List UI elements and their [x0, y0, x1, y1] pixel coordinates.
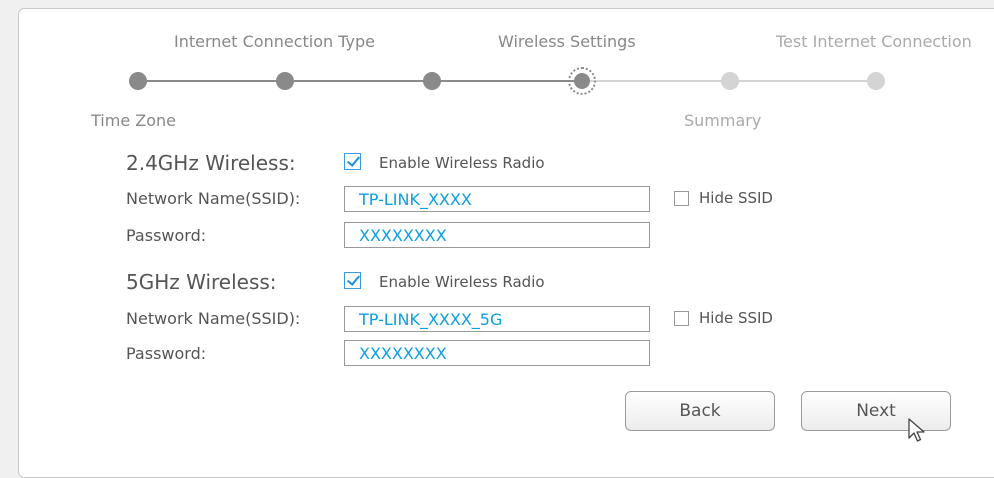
section-title-5ghz: 5GHz Wireless:	[126, 270, 277, 294]
progress-track-done	[138, 80, 582, 82]
mouse-pointer-icon	[908, 418, 925, 442]
hide-ssid-label-24ghz: Hide SSID	[699, 189, 773, 207]
enable-radio-label-24ghz: Enable Wireless Radio	[379, 154, 545, 172]
step-dot-time-zone	[129, 72, 147, 90]
checkbox-hide-ssid-24ghz[interactable]	[674, 191, 689, 206]
step-label-internet-connection-type: Internet Connection Type	[174, 32, 375, 51]
password-input-5ghz[interactable]	[344, 340, 650, 366]
ssid-input-5ghz[interactable]	[344, 306, 650, 332]
step-label-time-zone: Time Zone	[91, 111, 176, 130]
password-input-24ghz[interactable]	[344, 222, 650, 248]
checkbox-enable-24ghz[interactable]	[344, 153, 361, 170]
password-label-24ghz: Password:	[126, 226, 207, 245]
checkbox-hide-ssid-5ghz[interactable]	[674, 311, 689, 326]
step-dot-summary	[721, 72, 739, 90]
step-dot-3	[423, 72, 441, 90]
step-dot-wireless-settings	[574, 73, 590, 89]
step-label-summary: Summary	[684, 111, 762, 130]
next-button[interactable]: Next	[801, 391, 951, 431]
hide-ssid-label-5ghz: Hide SSID	[699, 309, 773, 327]
section-title-24ghz: 2.4GHz Wireless:	[126, 151, 296, 175]
checkbox-enable-5ghz[interactable]	[344, 272, 361, 289]
password-label-5ghz: Password:	[126, 344, 207, 363]
enable-radio-label-5ghz: Enable Wireless Radio	[379, 273, 545, 291]
ssid-input-24ghz[interactable]	[344, 186, 650, 212]
step-dot-test-internet-connection	[867, 72, 885, 90]
ssid-label-5ghz: Network Name(SSID):	[126, 309, 301, 328]
back-button[interactable]: Back	[625, 391, 775, 431]
step-dot-internet-connection-type	[276, 72, 294, 90]
step-label-wireless-settings: Wireless Settings	[498, 32, 636, 51]
ssid-label-24ghz: Network Name(SSID):	[126, 189, 301, 208]
step-label-test-internet-connection: Test Internet Connection	[776, 32, 972, 51]
